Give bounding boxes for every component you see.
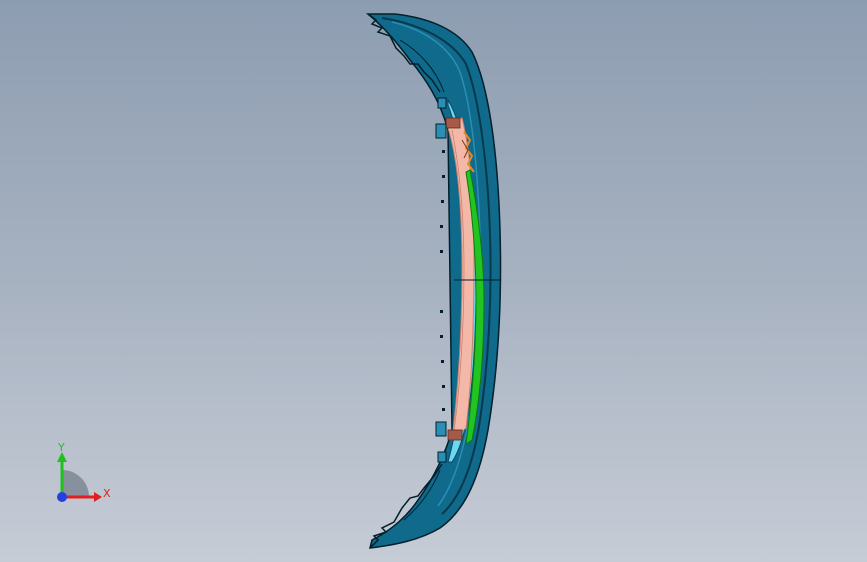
triad-x-label: X: [103, 487, 111, 500]
coordinate-triad: X Y: [57, 441, 111, 502]
triad-arc: [62, 470, 89, 497]
mount-tab-4[interactable]: [437, 451, 447, 463]
mount-tab-1[interactable]: [437, 97, 447, 109]
triad-x-arrow: [94, 492, 102, 502]
mount-tab-3[interactable]: [435, 421, 447, 437]
inner-edge-ticks: [440, 150, 445, 411]
bumper-shell-band-3: [399, 39, 445, 521]
triad-y-label: Y: [57, 441, 65, 454]
triad-z-axis: [57, 492, 67, 502]
insert-bottom-cap: [447, 429, 463, 441]
graphics-viewport[interactable]: X Y: [0, 0, 867, 562]
mount-tab-2[interactable]: [435, 123, 447, 139]
insert-top-cap: [445, 117, 461, 129]
bumper-model[interactable]: [0, 0, 867, 562]
